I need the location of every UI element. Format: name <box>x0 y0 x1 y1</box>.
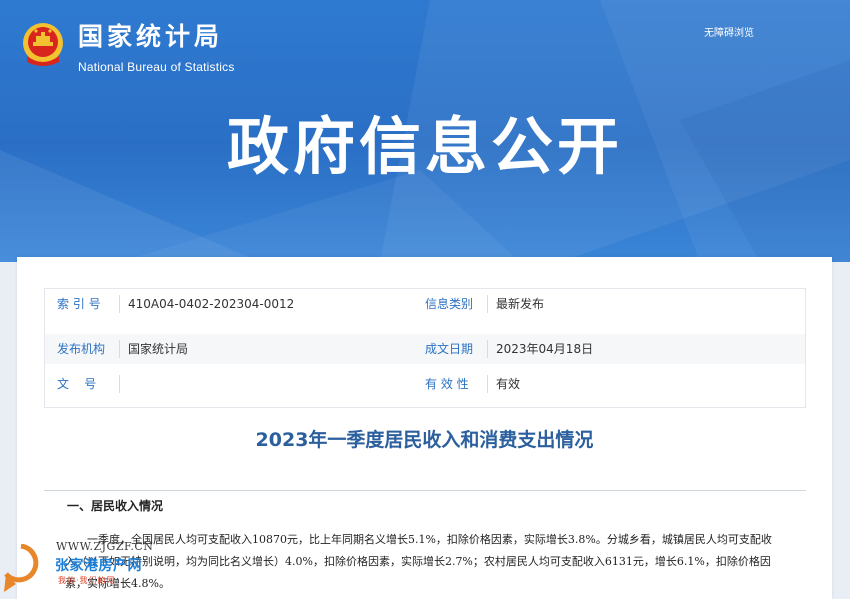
meta-divider <box>487 340 488 358</box>
national-emblem-icon <box>23 23 63 66</box>
meta-divider <box>119 340 120 358</box>
meta-label-doc-number: 文 号 <box>57 377 97 391</box>
document-meta-table: 索 引 号 410A04-0402-202304-0012 信息类别 最新发布 … <box>44 288 806 408</box>
meta-label-category: 信息类别 <box>425 297 474 311</box>
section-heading: 一、居民收入情况 <box>67 499 164 513</box>
logo-chinese-name: 国家统计局 <box>78 22 224 51</box>
meta-row: 文 号 有 效 性 有效 <box>45 369 805 399</box>
meta-divider <box>487 295 488 313</box>
meta-label-index: 索 引 号 <box>57 297 101 311</box>
meta-value-publisher: 国家统计局 <box>128 342 189 356</box>
meta-label-validity: 有 效 性 <box>425 377 469 391</box>
watermark-url: WWW.ZJGZF.CN <box>56 540 154 553</box>
meta-divider <box>119 375 120 393</box>
logo-english-name: National Bureau of Statistics <box>78 60 235 74</box>
site-watermark: WWW.ZJGZF.CN 张家港房产网 我的·我们的网 <box>2 538 162 599</box>
logo-text: 国家统计局 National Bureau of Statistics <box>78 22 235 74</box>
meta-divider <box>119 295 120 313</box>
header-banner: 国家统计局 National Bureau of Statistics 无障碍浏… <box>0 0 850 262</box>
meta-label-date: 成文日期 <box>425 342 474 356</box>
meta-value-validity: 有效 <box>496 377 521 391</box>
meta-value-category: 最新发布 <box>496 297 545 311</box>
hero-title: 政府信息公开 <box>226 110 623 183</box>
title-divider <box>44 490 806 491</box>
accessibility-link[interactable]: 无障碍浏览 <box>704 24 754 39</box>
meta-value-date: 2023年04月18日 <box>496 342 594 356</box>
watermark-name: 张家港房产网 <box>55 558 142 574</box>
meta-value-index: 410A04-0402-202304-0012 <box>128 297 295 311</box>
meta-row: 发布机构 国家统计局 成文日期 2023年04月18日 <box>45 334 805 364</box>
meta-label-publisher: 发布机构 <box>57 342 106 356</box>
document-title: 2023年一季度居民收入和消费支出情况 <box>255 429 594 451</box>
article-paragraph: 一季度，全国居民人均可支配收入10870元，比上年同期名义增长5.1%，扣除价格… <box>65 533 772 590</box>
watermark-logo-icon <box>4 544 39 592</box>
meta-divider <box>487 375 488 393</box>
site-logo[interactable]: 国家统计局 National Bureau of Statistics <box>22 22 235 74</box>
watermark-tagline: 我的·我们的网 <box>58 576 116 585</box>
meta-row: 索 引 号 410A04-0402-202304-0012 信息类别 最新发布 <box>45 289 805 319</box>
